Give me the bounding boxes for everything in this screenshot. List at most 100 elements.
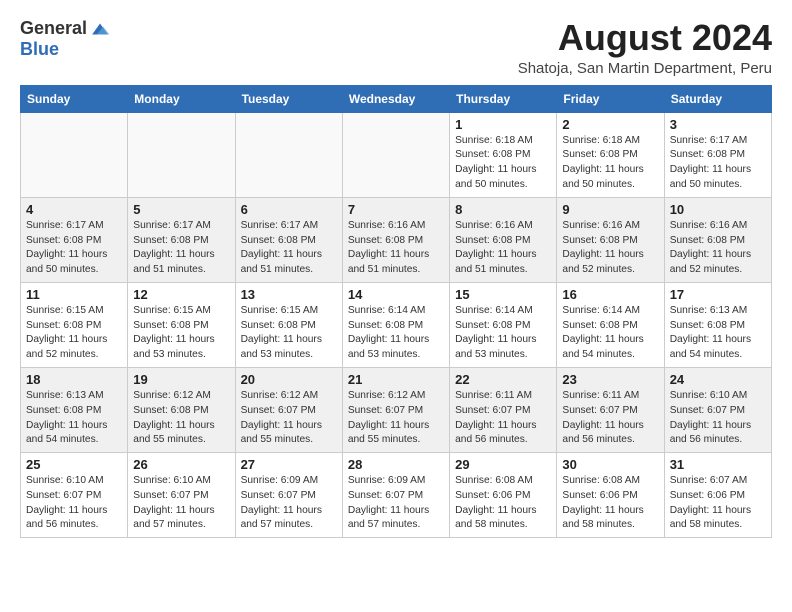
calendar-cell [342,112,449,197]
day-info: Sunrise: 6:11 AMSunset: 6:07 PMDaylight:… [455,389,551,448]
calendar-cell: 30 Sunrise: 6:08 AMSunset: 6:06 PMDayligh… [557,453,664,538]
day-info: Sunrise: 6:10 AMSunset: 6:07 PMDaylight:… [133,474,229,533]
calendar-cell: 25 Sunrise: 6:10 AMSunset: 6:07 PMDayligh… [21,453,128,538]
calendar-cell [128,112,235,197]
day-number: 20 [241,372,337,387]
calendar-cell: 14 Sunrise: 6:14 AMSunset: 6:08 PMDayligh… [342,282,449,367]
day-info: Sunrise: 6:12 AMSunset: 6:08 PMDaylight:… [133,389,229,448]
day-number: 30 [562,457,658,472]
calendar-cell: 10 Sunrise: 6:16 AMSunset: 6:08 PMDayligh… [664,197,771,282]
day-info: Sunrise: 6:16 AMSunset: 6:08 PMDaylight:… [455,219,551,278]
day-number: 24 [670,372,766,387]
day-info: Sunrise: 6:11 AMSunset: 6:07 PMDaylight:… [562,389,658,448]
day-info: Sunrise: 6:10 AMSunset: 6:07 PMDaylight:… [670,389,766,448]
calendar-header-row: SundayMondayTuesdayWednesdayThursdayFrid… [21,85,772,112]
calendar-cell: 29Sunrise: 6:08 AMSunset: 6:06 PMDayligh… [450,453,557,538]
calendar-cell: 9Sunrise: 6:16 AMSunset: 6:08 PMDaylight… [557,197,664,282]
day-number: 8 [455,202,551,217]
day-info: Sunrise: 6:13 AMSunset: 6:08 PMDaylight:… [670,304,766,363]
day-number: 14 [348,287,444,302]
calendar-cell: 5 Sunrise: 6:17 AMSunset: 6:08 PMDaylight… [128,197,235,282]
calendar-header-tuesday: Tuesday [235,85,342,112]
calendar-cell: 6Sunrise: 6:17 AMSunset: 6:08 PMDaylight… [235,197,342,282]
calendar-header-thursday: Thursday [450,85,557,112]
day-number: 17 [670,287,766,302]
day-number: 19 [133,372,229,387]
day-info: Sunrise: 6:13 AMSunset: 6:08 PMDaylight:… [26,389,122,448]
logo-blue-text: Blue [20,39,59,59]
day-info: Sunrise: 6:08 AMSunset: 6:06 PMDaylight:… [455,474,551,533]
day-number: 21 [348,372,444,387]
header: General Blue August 2024 Shatoja, San Ma… [20,18,772,77]
day-number: 18 [26,372,122,387]
calendar-cell: 8 Sunrise: 6:16 AMSunset: 6:08 PMDaylight… [450,197,557,282]
day-info: Sunrise: 6:14 AMSunset: 6:08 PMDaylight:… [348,304,444,363]
calendar-header-wednesday: Wednesday [342,85,449,112]
calendar-cell: 11Sunrise: 6:15 AMSunset: 6:08 PMDayligh… [21,282,128,367]
calendar-cell: 13 Sunrise: 6:15 AMSunset: 6:08 PMDayligh… [235,282,342,367]
calendar-cell: 31 Sunrise: 6:07 AMSunset: 6:06 PMDayligh… [664,453,771,538]
calendar-cell: 20 Sunrise: 6:12 AMSunset: 6:07 PMDayligh… [235,367,342,452]
calendar-header-monday: Monday [128,85,235,112]
calendar-cell: 21 Sunrise: 6:12 AMSunset: 6:07 PMDayligh… [342,367,449,452]
calendar-cell: 24 Sunrise: 6:10 AMSunset: 6:07 PMDayligh… [664,367,771,452]
calendar-cell: 27Sunrise: 6:09 AMSunset: 6:07 PMDayligh… [235,453,342,538]
page: General Blue August 2024 Shatoja, San Ma… [0,0,792,612]
logo-icon [89,20,111,38]
calendar-cell: 3Sunrise: 6:17 AMSunset: 6:08 PMDaylight… [664,112,771,197]
day-info: Sunrise: 6:14 AMSunset: 6:08 PMDaylight:… [562,304,658,363]
day-number: 16 [562,287,658,302]
day-info: Sunrise: 6:18 AMSunset: 6:08 PMDaylight:… [455,134,551,193]
day-number: 2 [562,117,658,132]
day-info: Sunrise: 6:10 AMSunset: 6:07 PMDaylight:… [26,474,122,533]
day-number: 13 [241,287,337,302]
day-number: 28 [348,457,444,472]
day-info: Sunrise: 6:16 AMSunset: 6:08 PMDaylight:… [670,219,766,278]
day-number: 7 [348,202,444,217]
day-number: 4 [26,202,122,217]
title-block: August 2024 Shatoja, San Martin Departme… [518,18,772,77]
day-number: 10 [670,202,766,217]
calendar-week-4: 18 Sunrise: 6:13 AMSunset: 6:08 PMDayligh… [21,367,772,452]
calendar-week-2: 4 Sunrise: 6:17 AMSunset: 6:08 PMDaylight… [21,197,772,282]
calendar-cell: 15Sunrise: 6:14 AMSunset: 6:08 PMDayligh… [450,282,557,367]
calendar-week-3: 11Sunrise: 6:15 AMSunset: 6:08 PMDayligh… [21,282,772,367]
calendar-week-5: 25 Sunrise: 6:10 AMSunset: 6:07 PMDayligh… [21,453,772,538]
logo-general-text: General [20,18,87,39]
day-info: Sunrise: 6:12 AMSunset: 6:07 PMDaylight:… [241,389,337,448]
day-info: Sunrise: 6:17 AMSunset: 6:08 PMDaylight:… [26,219,122,278]
day-info: Sunrise: 6:07 AMSunset: 6:06 PMDaylight:… [670,474,766,533]
calendar: SundayMondayTuesdayWednesdayThursdayFrid… [20,85,772,539]
day-number: 15 [455,287,551,302]
calendar-cell: 4 Sunrise: 6:17 AMSunset: 6:08 PMDaylight… [21,197,128,282]
calendar-cell: 23Sunrise: 6:11 AMSunset: 6:07 PMDayligh… [557,367,664,452]
calendar-cell: 2Sunrise: 6:18 AMSunset: 6:08 PMDaylight… [557,112,664,197]
day-info: Sunrise: 6:12 AMSunset: 6:07 PMDaylight:… [348,389,444,448]
calendar-cell [235,112,342,197]
day-info: Sunrise: 6:16 AMSunset: 6:08 PMDaylight:… [348,219,444,278]
day-number: 31 [670,457,766,472]
calendar-week-1: 1Sunrise: 6:18 AMSunset: 6:08 PMDaylight… [21,112,772,197]
day-number: 5 [133,202,229,217]
month-title: August 2024 [518,18,772,58]
day-info: Sunrise: 6:09 AMSunset: 6:07 PMDaylight:… [348,474,444,533]
calendar-header-friday: Friday [557,85,664,112]
calendar-cell: 12Sunrise: 6:15 AMSunset: 6:08 PMDayligh… [128,282,235,367]
calendar-cell: 18 Sunrise: 6:13 AMSunset: 6:08 PMDayligh… [21,367,128,452]
day-info: Sunrise: 6:15 AMSunset: 6:08 PMDaylight:… [241,304,337,363]
logo: General Blue [20,18,111,60]
day-number: 12 [133,287,229,302]
calendar-header-sunday: Sunday [21,85,128,112]
calendar-cell: 1Sunrise: 6:18 AMSunset: 6:08 PMDaylight… [450,112,557,197]
calendar-cell: 19 Sunrise: 6:12 AMSunset: 6:08 PMDayligh… [128,367,235,452]
day-info: Sunrise: 6:08 AMSunset: 6:06 PMDaylight:… [562,474,658,533]
day-number: 25 [26,457,122,472]
calendar-cell: 7 Sunrise: 6:16 AMSunset: 6:08 PMDaylight… [342,197,449,282]
calendar-cell: 26Sunrise: 6:10 AMSunset: 6:07 PMDayligh… [128,453,235,538]
calendar-cell [21,112,128,197]
day-number: 9 [562,202,658,217]
calendar-cell: 22Sunrise: 6:11 AMSunset: 6:07 PMDayligh… [450,367,557,452]
day-info: Sunrise: 6:17 AMSunset: 6:08 PMDaylight:… [133,219,229,278]
day-number: 3 [670,117,766,132]
calendar-header-saturday: Saturday [664,85,771,112]
